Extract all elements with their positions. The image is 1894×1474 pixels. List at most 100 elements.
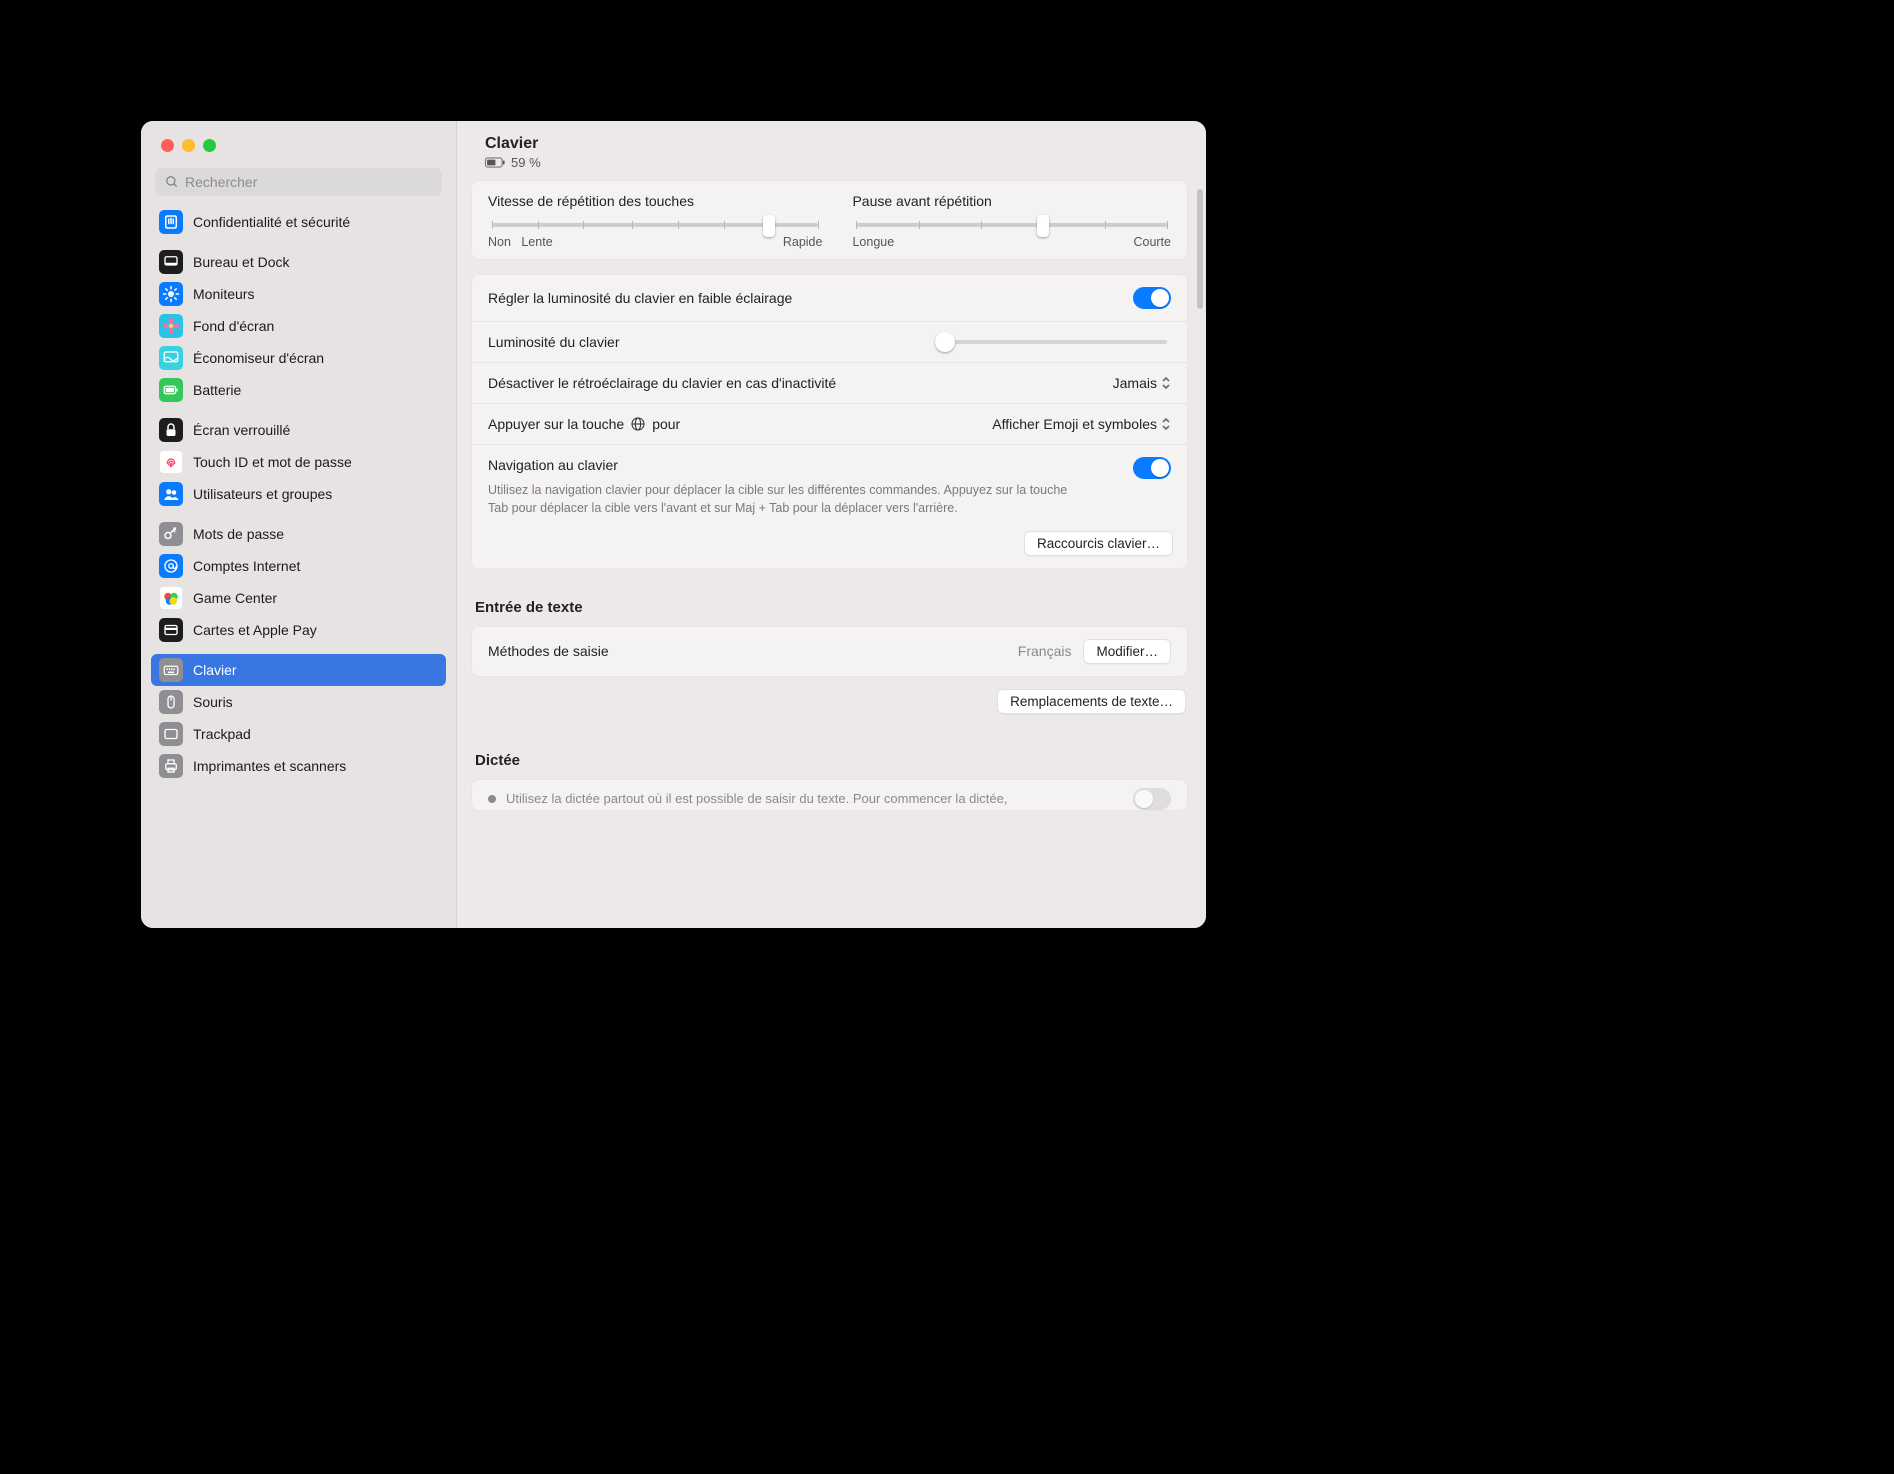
sidebar-item-label: Utilisateurs et groupes — [193, 486, 332, 502]
sidebar-item-desktop[interactable]: Bureau et Dock — [151, 246, 446, 278]
dictation-desc: Utilisez la dictée partout où il est pos… — [506, 791, 1007, 806]
sidebar-item-wallet[interactable]: Cartes et Apple Pay — [151, 614, 446, 646]
sidebar-item-lockscreen[interactable]: Écran verrouillé — [151, 414, 446, 446]
sidebar-item-label: Comptes Internet — [193, 558, 300, 574]
key-repeat-max: Rapide — [783, 235, 823, 249]
battery-status: 59 % — [485, 155, 1178, 170]
sidebar-item-label: Bureau et Dock — [193, 254, 290, 270]
sidebar-item-label: Moniteurs — [193, 286, 254, 302]
sidebar-item-internet[interactable]: Comptes Internet — [151, 550, 446, 582]
key-repeat-slider[interactable] — [492, 223, 818, 227]
sun-icon — [159, 282, 183, 306]
key-repeat-thumb[interactable] — [763, 215, 775, 237]
sidebar-item-label: Fond d'écran — [193, 318, 274, 334]
at-icon — [159, 554, 183, 578]
sidebar-item-screensaver[interactable]: Économiseur d'écran — [151, 342, 446, 374]
text-entry-title: Entrée de texte — [471, 595, 1188, 626]
globe-key-row: Appuyer sur la touche pour Afficher Emoj… — [472, 403, 1187, 444]
sidebar-item-label: Batterie — [193, 382, 241, 398]
auto-brightness-row: Régler la luminosité du clavier en faibl… — [472, 275, 1187, 321]
sidebar-item-trackpad[interactable]: Trackpad — [151, 718, 446, 750]
delay-slider[interactable] — [856, 223, 1167, 227]
page-title: Clavier — [485, 135, 1178, 153]
keyboard-nav-desc: Utilisez la navigation clavier pour dépl… — [472, 481, 1092, 521]
sidebar-item-label: Clavier — [193, 662, 237, 678]
input-methods-label: Méthodes de saisie — [488, 643, 609, 659]
sidebar-item-label: Écran verrouillé — [193, 422, 290, 438]
settings-window: Confidentialité et sécurité Bureau et Doc… — [141, 121, 1206, 928]
users-icon — [159, 482, 183, 506]
keyboard-nav-row: Navigation au clavier — [472, 444, 1187, 481]
sidebar-item-gamecenter[interactable]: Game Center — [151, 582, 446, 614]
text-replacements-button[interactable]: Remplacements de texte… — [997, 689, 1186, 714]
sidebar-item-label: Confidentialité et sécurité — [193, 214, 350, 230]
screensaver-icon — [159, 346, 183, 370]
search-field[interactable] — [155, 168, 442, 196]
search-input[interactable] — [185, 174, 432, 190]
chevron-updown-icon — [1161, 376, 1171, 390]
keyboard-brightness-label: Luminosité du clavier — [488, 334, 620, 350]
trackpad-icon — [159, 722, 183, 746]
battery-percent: 59 % — [511, 155, 541, 170]
main-scrollbar[interactable] — [1197, 189, 1203, 309]
mic-dot — [488, 795, 496, 803]
main-pane: Clavier 59 % Vitesse de répétition des t… — [457, 121, 1206, 928]
input-methods-modify-button[interactable]: Modifier… — [1083, 639, 1171, 664]
keyboard-shortcuts-button[interactable]: Raccourcis clavier… — [1024, 531, 1173, 556]
search-icon — [165, 175, 179, 189]
backlight-off-select[interactable]: Jamais — [1113, 375, 1171, 391]
dictation-toggle[interactable] — [1133, 788, 1171, 810]
sidebar-item-label: Souris — [193, 694, 233, 710]
globe-key-value: Afficher Emoji et symboles — [992, 416, 1157, 432]
globe-key-select[interactable]: Afficher Emoji et symboles — [992, 416, 1171, 432]
auto-brightness-toggle[interactable] — [1133, 287, 1171, 309]
key-repeat-min: Non Lente — [488, 235, 553, 249]
window-controls — [141, 121, 456, 152]
sidebar-item-touchid[interactable]: Touch ID et mot de passe — [151, 446, 446, 478]
sidebar-item-users[interactable]: Utilisateurs et groupes — [151, 478, 446, 510]
mouse-icon — [159, 690, 183, 714]
hand-icon — [159, 210, 183, 234]
delay-max: Courte — [1133, 235, 1171, 249]
sidebar-item-passwords[interactable]: Mots de passe — [151, 518, 446, 550]
keyboard-brightness-slider[interactable] — [937, 340, 1167, 344]
sidebar-item-label: Touch ID et mot de passe — [193, 454, 352, 470]
close-button[interactable] — [161, 139, 174, 152]
keyboard-nav-toggle[interactable] — [1133, 457, 1171, 479]
sidebar-item-displays[interactable]: Moniteurs — [151, 278, 446, 310]
delay-thumb[interactable] — [1037, 215, 1049, 237]
gamecenter-icon — [159, 586, 183, 610]
key-repeat-slider-group: Vitesse de répétition des touches — [488, 193, 822, 249]
dictation-card: Utilisez la dictée partout où il est pos… — [471, 779, 1188, 811]
backlight-off-row: Désactiver le rétroéclairage du clavier … — [472, 362, 1187, 403]
dock-icon — [159, 250, 183, 274]
sidebar-item-privacy[interactable]: Confidentialité et sécurité — [151, 206, 446, 238]
auto-brightness-label: Régler la luminosité du clavier en faibl… — [488, 290, 792, 306]
keyboard-brightness-thumb[interactable] — [935, 332, 955, 352]
dictation-title: Dictée — [471, 748, 1188, 779]
sidebar: Confidentialité et sécurité Bureau et Doc… — [141, 121, 457, 928]
flower-icon — [159, 314, 183, 338]
sidebar-item-label: Mots de passe — [193, 526, 284, 542]
sidebar-item-label: Économiseur d'écran — [193, 350, 324, 366]
backlight-off-label: Désactiver le rétroéclairage du clavier … — [488, 375, 836, 391]
fingerprint-icon — [159, 450, 183, 474]
text-entry-card: Méthodes de saisie Français Modifier… — [471, 626, 1188, 677]
keyboard-brightness-row: Luminosité du clavier — [472, 321, 1187, 362]
sidebar-item-battery[interactable]: Batterie — [151, 374, 446, 406]
delay-label: Pause avant répétition — [852, 193, 1171, 209]
sidebar-item-printers[interactable]: Imprimantes et scanners — [151, 750, 446, 782]
sidebar-item-mouse[interactable]: Souris — [151, 686, 446, 718]
keyboard-nav-label: Navigation au clavier — [488, 457, 618, 473]
sidebar-item-keyboard[interactable]: Clavier — [151, 654, 446, 686]
printer-icon — [159, 754, 183, 778]
sidebar-item-wallpaper[interactable]: Fond d'écran — [151, 310, 446, 342]
globe-icon — [630, 416, 646, 432]
lock-icon — [159, 418, 183, 442]
sidebar-item-label: Imprimantes et scanners — [193, 758, 346, 774]
chevron-updown-icon — [1161, 417, 1171, 431]
key-repeat-card: Vitesse de répétition des touches — [471, 180, 1188, 260]
minimize-button[interactable] — [182, 139, 195, 152]
zoom-button[interactable] — [203, 139, 216, 152]
keyboard-icon — [159, 658, 183, 682]
